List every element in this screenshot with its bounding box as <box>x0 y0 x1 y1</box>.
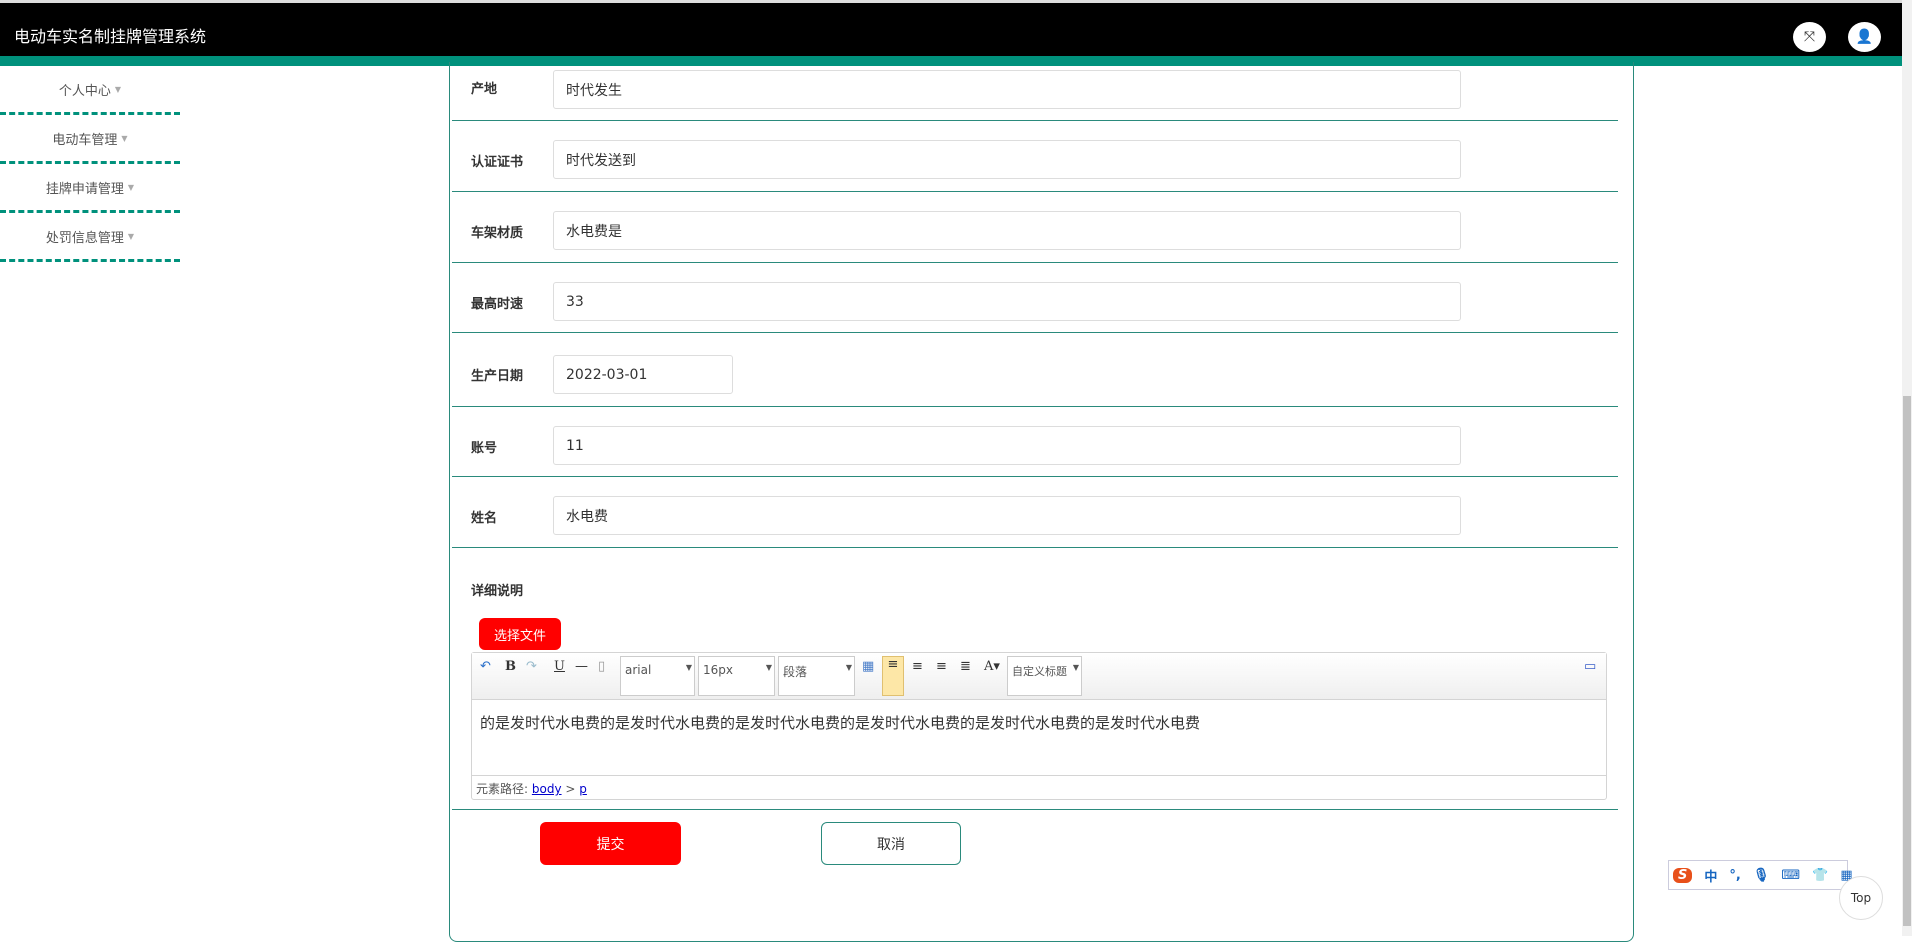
redo-icon[interactable]: ↷ <box>526 659 537 674</box>
align-left-icon[interactable]: ≡ <box>882 656 904 696</box>
horizontal-rule-icon[interactable]: — <box>575 659 588 674</box>
align-justify-icon[interactable]: ≣ <box>960 659 971 674</box>
field-label: 车架材质 <box>471 226 524 241</box>
field-label: 认证证书 <box>471 155 524 170</box>
microphone-icon[interactable]: 🎙 <box>1753 868 1770 883</box>
underline-icon[interactable]: U <box>554 659 565 674</box>
top-header: 电动车实名制挂牌管理系统 ⤧ 👤 <box>0 0 1902 56</box>
user-icon[interactable]: 👤 <box>1848 22 1881 52</box>
frame-material-input[interactable]: 水电费是 <box>553 211 1461 250</box>
keyboard-icon[interactable]: ⌨ <box>1781 868 1800 883</box>
font-family-select[interactable]: arial ▼ <box>620 656 695 696</box>
element-path: 元素路径: body > p <box>472 775 1606 799</box>
field-label: 最高时速 <box>471 297 524 312</box>
caret-down-icon: ▼ <box>127 182 135 192</box>
sidebar-item-label: 电动车管理 <box>52 132 118 148</box>
bold-icon[interactable]: B <box>505 659 516 674</box>
path-body-link[interactable]: body <box>532 782 562 796</box>
align-right-icon[interactable]: ≡ <box>912 659 923 674</box>
caret-down-icon: ▼ <box>114 84 122 94</box>
scrollbar-thumb[interactable] <box>1903 396 1911 926</box>
font-color-icon[interactable]: A▾ <box>984 659 1000 674</box>
font-size-select[interactable]: 16px ▼ <box>698 656 775 696</box>
sidebar-item-label: 处罚信息管理 <box>45 230 124 246</box>
path-separator: > <box>565 782 576 796</box>
form-row-production-date: 生产日期 2022-03-01 <box>452 333 1618 407</box>
dropdown-arrow-icon: ▼ <box>1072 663 1079 672</box>
ime-toolbar[interactable]: S 中 °, 🎙 ⌨ 👕 ▦ <box>1668 860 1853 890</box>
fullscreen-icon[interactable]: ⤧ <box>1793 22 1826 52</box>
dropdown-arrow-icon: ▼ <box>685 663 692 672</box>
field-label: 账号 <box>471 441 498 456</box>
align-center-icon[interactable]: ≡ <box>936 659 947 674</box>
editor-content[interactable]: 的是发时代水电费的是发时代水电费的是发时代水电费的是发时代水电费的是发时代水电费… <box>472 700 1606 775</box>
form-row-account: 账号 11 <box>452 407 1618 477</box>
form-row-frame-material: 车架材质 水电费是 <box>452 192 1618 263</box>
field-label: 姓名 <box>471 511 498 526</box>
paragraph-select[interactable]: 段落 ▼ <box>778 656 855 696</box>
submit-button[interactable]: 提交 <box>540 822 681 865</box>
scrollbar[interactable] <box>1902 0 1912 936</box>
form-row-max-speed: 最高时速 33 <box>452 263 1618 333</box>
form-panel: 产地 时代发生 认证证书 时代发送到 车架材质 水电费是 最高时速 33 生产日… <box>449 62 1634 942</box>
choose-file-button[interactable]: 选择文件 <box>479 618 561 650</box>
form-row-name: 姓名 水电费 <box>452 477 1618 548</box>
ime-punctuation[interactable]: °, <box>1729 868 1740 883</box>
sidebar-item-label: 挂牌申请管理 <box>45 181 124 197</box>
account-input[interactable]: 11 <box>553 426 1461 465</box>
rich-text-editor: ↶ B ↷ U — ▯ arial ▼ 16px ▼ 段落 ▼ ▦ ≡ ≡ ≡ ≣ A… <box>471 652 1607 800</box>
field-label: 产地 <box>471 82 498 97</box>
sidebar-item-penalty-info[interactable]: 处罚信息管理 ▼ <box>0 213 180 262</box>
sidebar-item-plate-application[interactable]: 挂牌申请管理 ▼ <box>0 164 180 213</box>
new-document-icon[interactable]: ▯ <box>598 659 605 674</box>
sidebar: 个人中心 ▼ 电动车管理 ▼ 挂牌申请管理 ▼ 处罚信息管理 ▼ <box>0 66 180 262</box>
back-to-top-button[interactable]: Top <box>1839 876 1883 920</box>
production-date-input[interactable]: 2022-03-01 <box>553 355 733 394</box>
undo-icon[interactable]: ↶ <box>480 659 491 674</box>
cancel-button[interactable]: 取消 <box>821 822 961 865</box>
path-label: 元素路径: <box>476 782 529 796</box>
ime-mode[interactable]: 中 <box>1704 866 1717 885</box>
dropdown-arrow-icon: ▼ <box>765 663 772 672</box>
sidebar-item-personal-center[interactable]: 个人中心 ▼ <box>0 66 180 115</box>
sidebar-item-label: 个人中心 <box>58 83 111 99</box>
form-row-origin: 产地 时代发生 <box>452 66 1618 121</box>
fullscreen-preview-icon[interactable]: ▭ <box>1584 659 1596 674</box>
editor-toolbar: ↶ B ↷ U — ▯ arial ▼ 16px ▼ 段落 ▼ ▦ ≡ ≡ ≡ ≣ A… <box>472 653 1606 700</box>
font-size-value: 16px <box>703 663 733 677</box>
form-row-certificate: 认证证书 时代发送到 <box>452 121 1618 192</box>
custom-title-value: 自定义标题 <box>1012 665 1067 678</box>
custom-title-select[interactable]: 自定义标题 ▼ <box>1007 656 1082 696</box>
origin-input[interactable]: 时代发生 <box>553 70 1461 109</box>
field-label: 生产日期 <box>471 369 524 384</box>
sogou-logo-icon: S <box>1673 867 1693 883</box>
max-speed-input[interactable]: 33 <box>553 282 1461 321</box>
path-p-link[interactable]: p <box>579 782 587 796</box>
skin-icon[interactable]: 👕 <box>1812 868 1828 883</box>
name-input[interactable]: 水电费 <box>553 496 1461 535</box>
caret-down-icon: ▼ <box>121 133 128 143</box>
app-title: 电动车实名制挂牌管理系统 <box>14 27 207 46</box>
paragraph-value: 段落 <box>783 665 808 679</box>
sidebar-item-ebike-management[interactable]: 电动车管理 ▼ <box>0 115 180 164</box>
caret-down-icon: ▼ <box>127 231 135 241</box>
certificate-input[interactable]: 时代发送到 <box>553 140 1461 179</box>
detail-label: 详细说明 <box>471 584 524 599</box>
table-icon[interactable]: ▦ <box>862 659 874 674</box>
font-family-value: arial <box>625 663 652 677</box>
dropdown-arrow-icon: ▼ <box>845 663 852 672</box>
